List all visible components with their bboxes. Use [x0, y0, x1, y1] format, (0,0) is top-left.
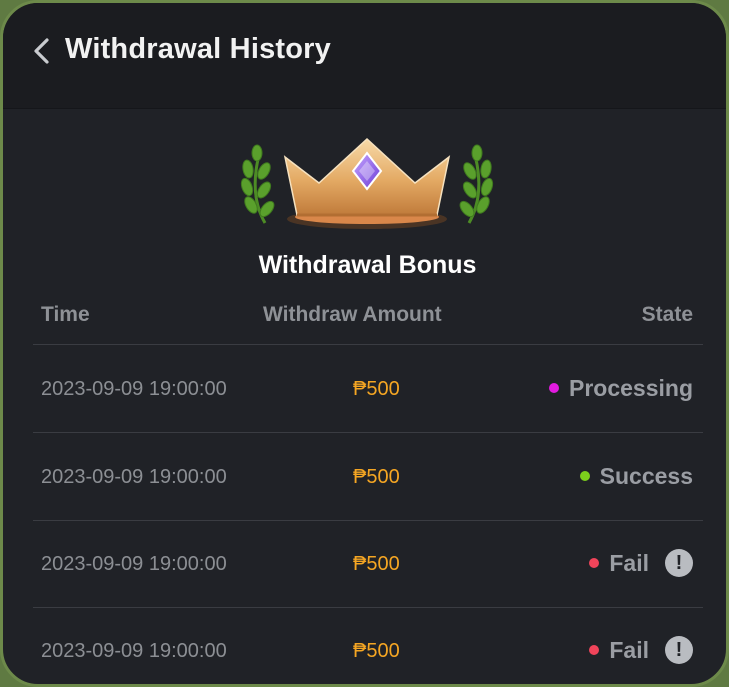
crown-icon — [240, 137, 494, 229]
column-header-time: Time — [41, 303, 90, 326]
status-label: Fail — [609, 549, 649, 576]
row-amount: ₱500 — [353, 640, 400, 662]
table-row: 2023-09-09 19:00:00 ₱500 Fail! — [33, 520, 703, 608]
row-time: 2023-09-09 19:00:00 — [41, 466, 227, 488]
status-dot-icon — [579, 471, 590, 481]
row-state: Success — [579, 461, 693, 491]
row-state: Fail! — [589, 548, 693, 578]
page-title: Withdrawal History — [65, 33, 331, 65]
header-bar: Withdrawal History — [3, 3, 726, 109]
row-amount: ₱500 — [353, 466, 400, 488]
status-dot-icon — [549, 383, 559, 393]
alert-info-icon[interactable]: ! — [665, 549, 693, 577]
status-dot-icon — [589, 645, 600, 655]
status-label: Success — [599, 462, 693, 489]
row-amount: ₱500 — [353, 378, 400, 400]
row-time: 2023-09-09 19:00:00 — [41, 378, 227, 400]
status-label: Processing — [569, 374, 693, 401]
column-header-amount: Withdraw Amount — [263, 303, 442, 326]
table-row: 2023-09-09 19:00:00 ₱500 Fail! — [33, 607, 703, 684]
column-header-state: State — [641, 303, 693, 326]
phone-frame: Withdrawal History Withdrawal Bonus Time… — [0, 0, 729, 687]
row-time: 2023-09-09 19:00:00 — [41, 640, 227, 662]
chevron-left-icon[interactable] — [31, 37, 53, 65]
right-laurel-icon — [459, 144, 494, 224]
status-label: Fail — [609, 636, 649, 663]
left-laurel-icon — [240, 144, 275, 224]
row-state: Processing — [549, 373, 693, 403]
alert-info-icon[interactable]: ! — [665, 636, 693, 664]
row-amount: ₱500 — [353, 553, 400, 575]
row-state: Fail! — [589, 635, 693, 665]
row-time: 2023-09-09 19:00:00 — [41, 553, 227, 575]
table-header: Time Withdraw Amount State — [33, 299, 703, 345]
table-row: 2023-09-09 19:00:00 ₱500 Success — [33, 433, 703, 521]
table-row: 2023-09-09 19:00:00 ₱500 Processing — [33, 345, 703, 433]
status-dot-icon — [589, 558, 600, 568]
bonus-title: Withdrawal Bonus — [258, 251, 477, 279]
